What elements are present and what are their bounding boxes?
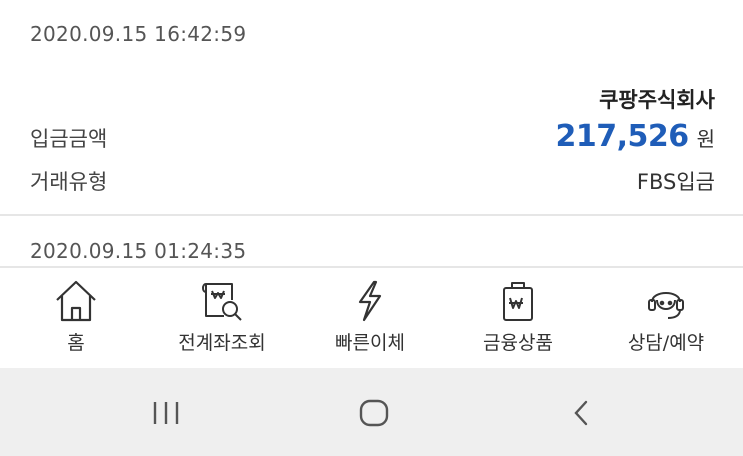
transaction-datetime: 2020.09.15 16:42:59 — [30, 22, 247, 46]
divider — [0, 214, 743, 216]
headset-icon — [642, 278, 690, 324]
tab-label: 상담/예약 — [627, 332, 705, 354]
tab-consult-reserve[interactable]: 상담/예약 — [592, 268, 740, 368]
amount-label: 입금금액 — [30, 127, 108, 151]
tab-label: 금융상품 — [483, 332, 553, 354]
system-navigation-bar — [0, 368, 743, 456]
currency-unit: 원 — [696, 127, 715, 151]
deposit-amount: 217,526 — [555, 119, 689, 154]
account-search-icon — [198, 278, 246, 324]
tab-label: 홈 — [67, 332, 85, 354]
transaction-type-label: 거래유형 — [30, 170, 108, 194]
tab-label: 빠른이체 — [335, 332, 405, 354]
transaction-type-value: FBS입금 — [636, 170, 715, 194]
financial-product-icon — [494, 278, 542, 324]
home-button-icon[interactable] — [344, 388, 404, 438]
tab-label: 전계좌조회 — [178, 332, 266, 354]
tab-quick-transfer[interactable]: 빠른이체 — [296, 268, 444, 368]
recent-apps-icon[interactable] — [136, 388, 196, 438]
back-icon[interactable] — [552, 388, 612, 438]
tab-all-accounts[interactable]: 전계좌조회 — [148, 268, 296, 368]
transaction-datetime: 2020.09.15 01:24:35 — [30, 239, 247, 263]
merchant-name: 쿠팡주식회사 — [599, 88, 715, 112]
bottom-tab-bar: 홈 전계좌조회 빠른이체 금융상품 상담/예약 — [0, 268, 743, 368]
home-icon — [52, 278, 100, 324]
tab-financial-products[interactable]: 금융상품 — [444, 268, 592, 368]
lightning-icon — [346, 278, 394, 324]
amount-value-group: 217,526 원 — [555, 119, 715, 154]
tab-home[interactable]: 홈 — [2, 268, 150, 368]
